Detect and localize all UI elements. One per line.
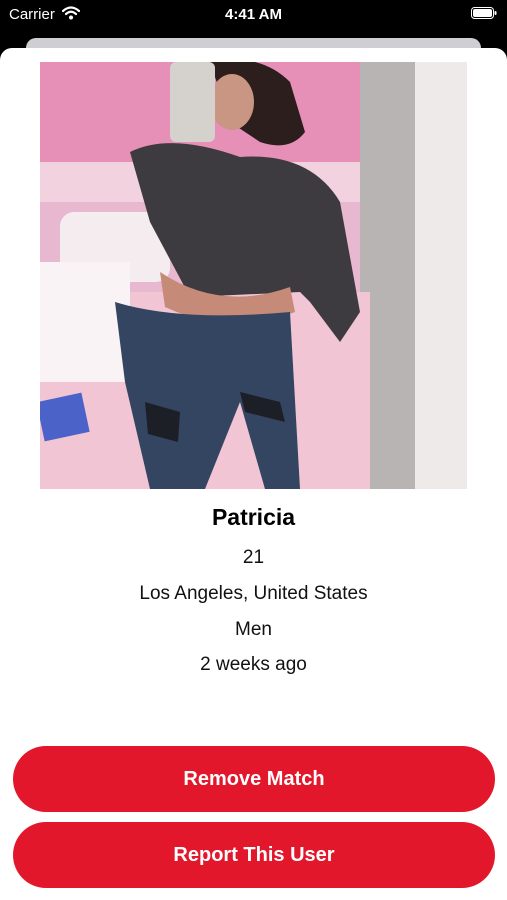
status-bar: Carrier 4:41 AM	[0, 0, 507, 30]
profile-photo	[40, 62, 467, 489]
battery-icon	[471, 7, 497, 19]
profile-location: Los Angeles, United States	[139, 583, 368, 604]
report-user-label: Report This User	[173, 843, 335, 866]
clock: 4:41 AM	[225, 6, 282, 23]
remove-match-label: Remove Match	[183, 767, 325, 790]
report-user-button[interactable]: Report This User	[13, 822, 495, 888]
remove-match-button[interactable]: Remove Match	[13, 746, 495, 812]
profile-interested-in: Men	[235, 619, 272, 640]
profile-last-seen: 2 weeks ago	[200, 654, 307, 675]
profile-name: Patricia	[211, 504, 296, 530]
profile-age: 21	[242, 547, 265, 568]
